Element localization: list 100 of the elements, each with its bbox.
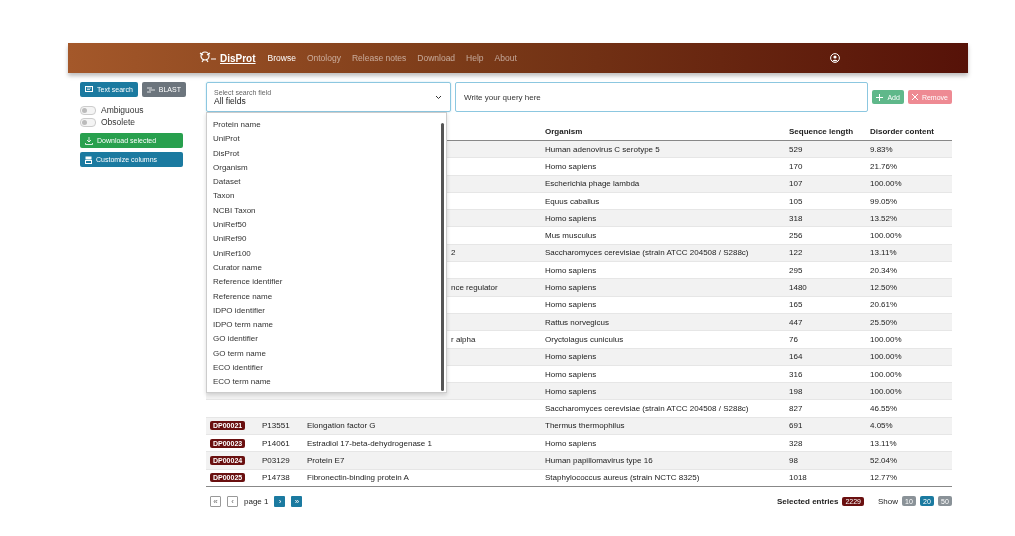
- disorder-cell: 25.50%: [870, 317, 898, 327]
- organism-cell: Escherichia phage lambda: [545, 179, 640, 189]
- disorder-cell: 12.77%: [870, 473, 898, 483]
- page-button[interactable]: »: [291, 495, 303, 507]
- dropdown-option[interactable]: GO term name: [213, 346, 446, 362]
- plus-icon: [876, 93, 884, 101]
- accession-cell: P14061: [262, 438, 290, 448]
- dropdown-option[interactable]: IDPO term name: [213, 318, 446, 333]
- organism-cell: Homo sapiens: [545, 161, 597, 171]
- organism-cell: Homo sapiens: [545, 265, 597, 275]
- dropdown-option[interactable]: UniRef90: [213, 232, 446, 247]
- organism-cell: Homo sapiens: [545, 283, 597, 292]
- dropdown-option[interactable]: ECO identifier: [213, 361, 446, 376]
- column-header[interactable]: Disorder content: [866, 123, 952, 141]
- download-icon: [85, 136, 93, 145]
- length-cell: 827: [789, 404, 803, 414]
- length-cell: 164: [789, 352, 803, 362]
- disorder-cell: 20.61%: [870, 300, 898, 310]
- length-cell: 98: [789, 456, 798, 465]
- nav-link[interactable]: Release notes: [351, 53, 407, 63]
- length-cell: 318: [789, 213, 803, 223]
- page-button[interactable]: ›: [274, 495, 286, 507]
- dropdown-option[interactable]: Protein name: [213, 118, 446, 133]
- protein-name-cell: r alpha: [451, 334, 476, 344]
- disorder-cell: 12.50%: [870, 283, 898, 292]
- disorder-cell: 13.11%: [870, 248, 897, 258]
- chat-icon: [85, 86, 93, 93]
- lines-icon: [146, 86, 155, 93]
- dropdown-option[interactable]: NCBI Taxon: [213, 203, 446, 219]
- organism-cell: Saccharomyces cerevisiae (strain ATCC 204508 / S288c): [545, 248, 749, 258]
- accession-cell: P14738: [262, 473, 290, 483]
- length-cell: 316: [789, 369, 803, 379]
- length-cell: 105: [789, 196, 803, 206]
- dropdown-option[interactable]: Reference name: [213, 289, 446, 304]
- toggle-switch[interactable]: [80, 105, 96, 115]
- accession-cell: P13551: [262, 421, 290, 431]
- disorder-cell: 21.76%: [870, 161, 898, 171]
- column-header[interactable]: Sequence length: [785, 123, 866, 141]
- accession-cell: P03129: [262, 456, 290, 465]
- dropdown-option[interactable]: Curator name: [213, 260, 446, 276]
- dropdown-option[interactable]: Taxon: [213, 189, 446, 204]
- organism-cell: Mus musculus: [545, 231, 597, 241]
- length-cell: 1480: [789, 283, 807, 292]
- organism-cell: Homo sapiens: [545, 213, 597, 223]
- length-cell: 529: [789, 144, 803, 154]
- dropdown-option[interactable]: IDPO identifier: [213, 303, 446, 319]
- organism-cell: Homo sapiens: [545, 369, 597, 379]
- chevron-icon: [435, 94, 443, 100]
- nav-link[interactable]: About: [494, 53, 517, 63]
- columns-icon: [85, 155, 92, 164]
- dropdown-option[interactable]: UniProt: [213, 132, 446, 147]
- disorder-cell: 13.52%: [870, 213, 898, 223]
- nav-link[interactable]: Ontology: [306, 53, 341, 63]
- protein-name-cell: Estradiol 17-beta-dehydrogenase 1: [307, 438, 432, 448]
- organism-cell: Equus caballus: [545, 196, 600, 206]
- organism-cell: Homo sapiens: [545, 386, 597, 396]
- dropdown-option[interactable]: Organism: [213, 160, 446, 176]
- field-value: All fields: [214, 95, 247, 106]
- organism-cell: Human papillomavirus type 16: [545, 456, 653, 465]
- disorder-cell: 52.04%: [870, 456, 898, 465]
- nav-link[interactable]: Download: [417, 53, 456, 63]
- nav-link[interactable]: Browse: [267, 53, 296, 63]
- length-cell: 122: [789, 248, 803, 258]
- user-icon[interactable]: [829, 53, 840, 63]
- disorder-cell: 100.00%: [870, 231, 902, 241]
- length-cell: 107: [789, 179, 803, 189]
- toggle-switch[interactable]: [80, 117, 96, 127]
- close-icon: [911, 94, 918, 100]
- dropdown-option[interactable]: ECO term name: [213, 375, 446, 390]
- query-input[interactable]: Write your query here: [455, 82, 869, 112]
- length-cell: 691: [789, 421, 803, 431]
- dropdown-option[interactable]: UniRef100: [213, 246, 446, 261]
- length-cell: 1018: [789, 473, 807, 483]
- protein-name-cell: 2: [451, 248, 456, 258]
- dropdown-option[interactable]: UniRef50: [213, 218, 446, 233]
- organism-cell: Staphylococcus aureus (strain NCTC 8325): [545, 473, 700, 483]
- toggle-label: Obsolete: [101, 117, 136, 127]
- length-cell: 198: [789, 386, 803, 396]
- selected-entries-label: Selected entries: [777, 496, 839, 506]
- dropdown-option[interactable]: Dataset: [213, 175, 446, 190]
- scrollbar[interactable]: [441, 123, 444, 391]
- disorder-cell: 99.05%: [870, 196, 898, 206]
- organism-cell: Rattus norvegicus: [545, 317, 610, 327]
- dropdown-option[interactable]: GO identifier: [213, 332, 446, 347]
- organism-cell: Human adenovirus C serotype 5: [545, 144, 660, 154]
- disorder-cell: 100.00%: [870, 386, 902, 396]
- length-cell: 295: [789, 265, 803, 275]
- dropdown-option[interactable]: Reference identifier: [213, 275, 446, 290]
- organism-cell: Saccharomyces cerevisiae (strain ATCC 204508 / S288c): [545, 404, 749, 414]
- column-header[interactable]: Organism: [541, 123, 785, 141]
- nav-link[interactable]: Help: [466, 53, 484, 63]
- toggle-label: Ambiguous: [101, 105, 144, 115]
- disorder-cell: 4.05%: [870, 421, 893, 431]
- page-label: page 1: [244, 496, 269, 506]
- logo-text[interactable]: DisProt: [220, 52, 256, 64]
- length-cell: 328: [789, 438, 803, 448]
- disorder-cell: 100.00%: [870, 352, 902, 362]
- length-cell: 165: [789, 300, 803, 310]
- dropdown-option[interactable]: DisProt: [213, 146, 446, 161]
- organism-cell: Oryctolagus cuniculus: [545, 334, 624, 344]
